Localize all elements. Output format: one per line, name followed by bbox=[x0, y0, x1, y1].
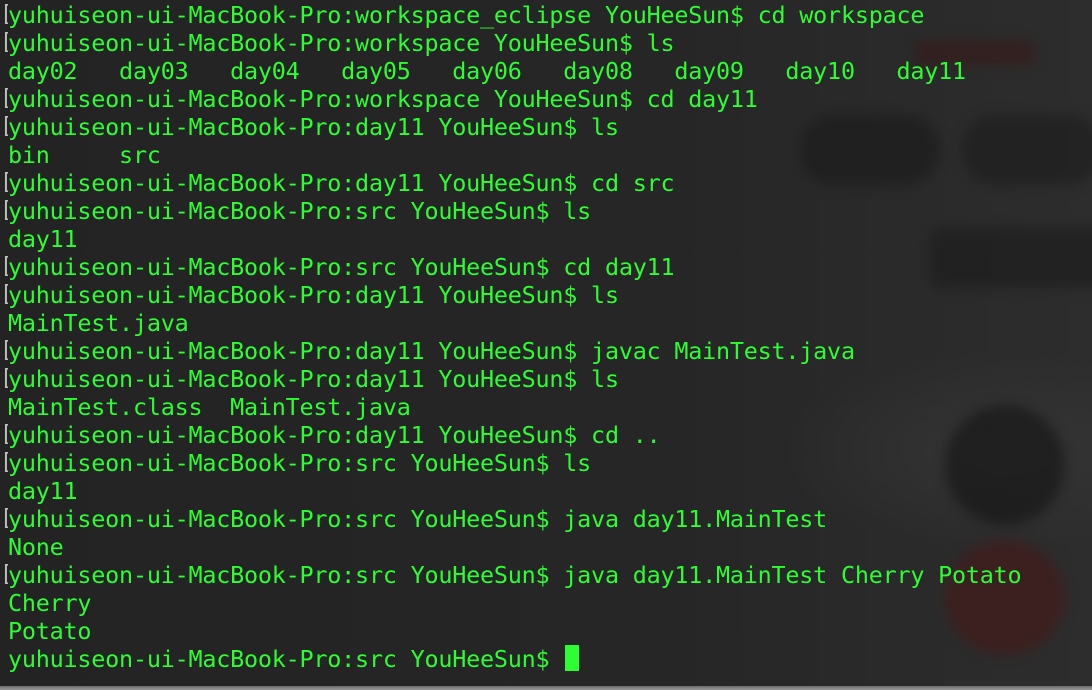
terminal-output-line: MainTest.class MainTest.java bbox=[0, 393, 1021, 421]
line-marker: [ bbox=[0, 1, 8, 29]
line-text: Cherry bbox=[8, 589, 92, 617]
line-marker: [ bbox=[0, 197, 8, 225]
line-text: yuhuiseon-ui-MacBook-Pro:day11 YouHeeSun… bbox=[8, 421, 661, 449]
terminal-command-line: [yuhuiseon-ui-MacBook-Pro:src YouHeeSun$… bbox=[0, 561, 1022, 589]
prompt-text: yuhuiseon-ui-MacBook-Pro:src YouHeeSun$ bbox=[8, 645, 564, 673]
line-text: bin src bbox=[8, 141, 161, 169]
line-marker: [ bbox=[0, 505, 8, 533]
terminal-command-line: [yuhuiseon-ui-MacBook-Pro:src YouHeeSun$… bbox=[0, 505, 1021, 533]
terminal-window[interactable]: [yuhuiseon-ui-MacBook-Pro:workspace_ecli… bbox=[0, 0, 1092, 690]
terminal-command-line: [yuhuiseon-ui-MacBook-Pro:day11 YouHeeSu… bbox=[0, 337, 1021, 365]
line-text: yuhuiseon-ui-MacBook-Pro:src YouHeeSun$ … bbox=[8, 197, 592, 225]
line-marker: [ bbox=[0, 85, 8, 113]
line-text: yuhuiseon-ui-MacBook-Pro:day11 YouHeeSun… bbox=[8, 281, 619, 309]
line-text: yuhuiseon-ui-MacBook-Pro:workspace YouHe… bbox=[8, 85, 758, 113]
line-marker: [ bbox=[0, 29, 8, 57]
terminal-command-line: [yuhuiseon-ui-MacBook-Pro:workspace YouH… bbox=[0, 85, 1021, 113]
line-text: MainTest.class MainTest.java bbox=[8, 393, 411, 421]
line-text: Potato bbox=[8, 617, 92, 645]
line-text: yuhuiseon-ui-MacBook-Pro:src YouHeeSun$ … bbox=[8, 253, 675, 281]
line-text: day02 day03 day04 day05 day06 day08 day0… bbox=[8, 57, 966, 85]
line-text: yuhuiseon-ui-MacBook-Pro:day11 YouHeeSun… bbox=[8, 337, 855, 365]
line-marker: [ bbox=[0, 449, 8, 477]
terminal-command-line: [yuhuiseon-ui-MacBook-Pro:day11 YouHeeSu… bbox=[0, 169, 1021, 197]
terminal-output-line: Potato bbox=[0, 617, 1021, 645]
terminal-output-line: MainTest.java bbox=[0, 309, 1021, 337]
line-marker: [ bbox=[0, 113, 8, 141]
terminal-output-line: day11 bbox=[0, 477, 1021, 505]
terminal-output-line: day11 bbox=[0, 225, 1021, 253]
line-text: None bbox=[8, 533, 64, 561]
line-text: day11 bbox=[8, 225, 78, 253]
line-marker: [ bbox=[0, 253, 8, 281]
terminal-command-line: [yuhuiseon-ui-MacBook-Pro:day11 YouHeeSu… bbox=[0, 281, 1021, 309]
terminal-command-line: [yuhuiseon-ui-MacBook-Pro:src YouHeeSun$… bbox=[0, 449, 1021, 477]
line-text: yuhuiseon-ui-MacBook-Pro:src YouHeeSun$ … bbox=[8, 561, 1022, 589]
terminal-output-line: Cherry bbox=[0, 589, 1021, 617]
window-bottom-edge bbox=[0, 686, 1092, 690]
line-marker: [ bbox=[0, 337, 8, 365]
terminal-command-line: [yuhuiseon-ui-MacBook-Pro:day11 YouHeeSu… bbox=[0, 421, 1021, 449]
line-marker: [ bbox=[0, 365, 8, 393]
line-text: day11 bbox=[8, 477, 78, 505]
line-marker: [ bbox=[0, 169, 8, 197]
line-marker: [ bbox=[0, 561, 8, 589]
terminal-command-line: [yuhuiseon-ui-MacBook-Pro:workspace_ecli… bbox=[0, 1, 1021, 29]
terminal-output: [yuhuiseon-ui-MacBook-Pro:workspace_ecli… bbox=[0, 1, 1022, 673]
terminal-command-line: [yuhuiseon-ui-MacBook-Pro:src YouHeeSun$… bbox=[0, 197, 1021, 225]
line-text: yuhuiseon-ui-MacBook-Pro:src YouHeeSun$ … bbox=[8, 449, 592, 477]
terminal-command-line: [yuhuiseon-ui-MacBook-Pro:src YouHeeSun$… bbox=[0, 253, 1021, 281]
terminal-output-line: bin src bbox=[0, 141, 1021, 169]
terminal-command-line: [yuhuiseon-ui-MacBook-Pro:workspace YouH… bbox=[0, 29, 1021, 57]
line-text: yuhuiseon-ui-MacBook-Pro:workspace YouHe… bbox=[8, 29, 675, 57]
line-text: MainTest.java bbox=[8, 309, 189, 337]
terminal-output-line: day02 day03 day04 day05 day06 day08 day0… bbox=[0, 57, 1021, 85]
terminal-command-line: [yuhuiseon-ui-MacBook-Pro:day11 YouHeeSu… bbox=[0, 113, 1021, 141]
terminal-command-line: [yuhuiseon-ui-MacBook-Pro:day11 YouHeeSu… bbox=[0, 365, 1021, 393]
line-text: yuhuiseon-ui-MacBook-Pro:day11 YouHeeSun… bbox=[8, 113, 619, 141]
line-text: yuhuiseon-ui-MacBook-Pro:day11 YouHeeSun… bbox=[8, 169, 675, 197]
terminal-prompt-line[interactable]: yuhuiseon-ui-MacBook-Pro:src YouHeeSun$ bbox=[0, 645, 1021, 673]
terminal-output-line: None bbox=[0, 533, 1021, 561]
line-marker: [ bbox=[0, 281, 8, 309]
line-marker: [ bbox=[0, 421, 8, 449]
line-text: yuhuiseon-ui-MacBook-Pro:src YouHeeSun$ … bbox=[8, 505, 828, 533]
text-cursor[interactable] bbox=[565, 645, 580, 671]
line-text: yuhuiseon-ui-MacBook-Pro:workspace_eclip… bbox=[8, 1, 925, 29]
line-text: yuhuiseon-ui-MacBook-Pro:day11 YouHeeSun… bbox=[8, 365, 619, 393]
